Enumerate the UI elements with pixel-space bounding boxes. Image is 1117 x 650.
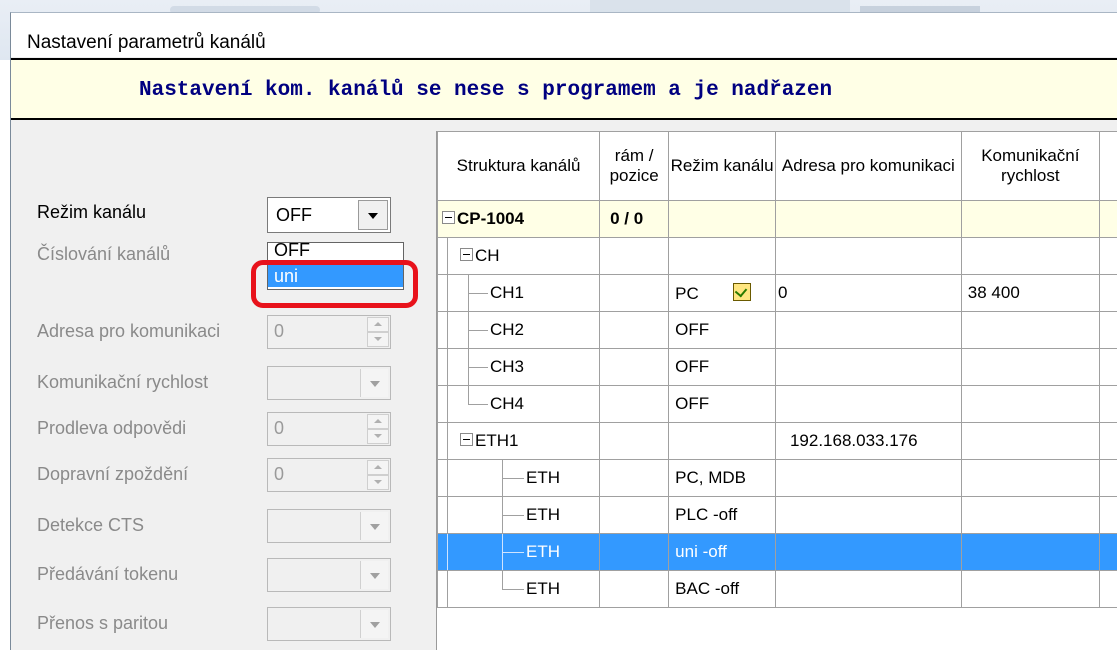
table-row[interactable]: CH bbox=[438, 238, 1117, 275]
tree-node-label: CH1 bbox=[490, 283, 524, 303]
adresa-value: 0 bbox=[274, 321, 284, 342]
header-extra bbox=[1099, 132, 1117, 201]
rezim-value: PC bbox=[675, 284, 699, 303]
channel-structure-grid: Struktura kanálů rám / pozice Režim kaná… bbox=[436, 131, 1117, 650]
tree-node-label: CH bbox=[475, 246, 500, 265]
tree-node-label: ETH bbox=[526, 468, 560, 488]
table-row[interactable]: ETH BAC -off bbox=[438, 571, 1117, 608]
table-row[interactable]: CH4 OFF bbox=[438, 386, 1117, 423]
chevron-down-icon[interactable] bbox=[360, 610, 388, 638]
prodleva-label: Prodleva odpovědi bbox=[37, 418, 186, 439]
table-row[interactable]: ETH1 192.168.033.176 bbox=[438, 423, 1117, 460]
rezim-cell: PC bbox=[669, 275, 776, 312]
chevron-down-icon[interactable] bbox=[360, 369, 388, 397]
cts-label: Detekce CTS bbox=[37, 515, 144, 536]
dopravni-label: Dopravní zpoždění bbox=[37, 464, 188, 485]
rychlost-cell: 38 400 bbox=[961, 275, 1099, 312]
tree-node-label: CH3 bbox=[490, 357, 524, 377]
highlight-ring bbox=[251, 260, 418, 308]
adresa-spinner[interactable]: 0 bbox=[267, 315, 391, 349]
tree-lines bbox=[438, 534, 528, 570]
prodleva-value: 0 bbox=[274, 418, 284, 439]
rychlost-label: Komunikační rychlost bbox=[37, 372, 208, 393]
tree-node-label: ETH bbox=[526, 505, 560, 525]
spin-down-icon[interactable] bbox=[367, 475, 389, 490]
tree-node-label: CH4 bbox=[490, 394, 524, 414]
header-ram-pozice[interactable]: rám / pozice bbox=[600, 132, 669, 201]
cts-combo[interactable] bbox=[267, 509, 391, 543]
spin-up-icon[interactable] bbox=[367, 414, 389, 429]
parita-combo[interactable] bbox=[267, 607, 391, 641]
spin-up-icon[interactable] bbox=[367, 317, 389, 332]
collapse-icon[interactable] bbox=[442, 211, 455, 224]
tree-node-label: ETH bbox=[526, 542, 560, 562]
dopravni-value: 0 bbox=[274, 464, 284, 485]
rychlost-combo[interactable] bbox=[267, 366, 391, 400]
dopravni-spinner[interactable]: 0 bbox=[267, 458, 391, 492]
banner-text: Nastavení kom. kanálů se nese s programe… bbox=[139, 79, 832, 102]
chevron-down-icon[interactable] bbox=[358, 200, 388, 230]
rezim-cell: OFF bbox=[669, 349, 776, 386]
channel-table: Struktura kanálů rám / pozice Režim kaná… bbox=[437, 131, 1117, 608]
chevron-down-icon[interactable] bbox=[360, 512, 388, 540]
tree-lines bbox=[438, 460, 528, 496]
chevron-down-icon[interactable] bbox=[360, 561, 388, 589]
header-rezim[interactable]: Režim kanálu bbox=[669, 132, 776, 201]
rezim-kanalu-combo[interactable]: OFF bbox=[267, 197, 391, 233]
rezim-kanalu-value: OFF bbox=[276, 205, 312, 226]
tree-lines bbox=[438, 497, 528, 533]
tree-node-label: CP-1004 bbox=[457, 209, 524, 228]
title-bar[interactable]: Nastavení parametrů kanálů bbox=[11, 13, 1117, 57]
rezim-cell: OFF bbox=[669, 386, 776, 423]
adresa-label: Adresa pro komunikaci bbox=[37, 321, 220, 342]
tree-node-label: CH2 bbox=[490, 320, 524, 340]
table-row[interactable]: CH1 PC 0 38 400 bbox=[438, 275, 1117, 312]
spin-down-icon[interactable] bbox=[367, 429, 389, 444]
cislovani-kanalu-label: Číslování kanálů bbox=[37, 244, 170, 265]
tree-node-label: ETH1 bbox=[475, 431, 518, 450]
window-title: Nastavení parametrů kanálů bbox=[27, 32, 266, 54]
table-row-selected[interactable]: ETH uni -off bbox=[438, 534, 1117, 571]
header-adresa[interactable]: Adresa pro komunikaci bbox=[775, 132, 961, 201]
collapse-icon[interactable] bbox=[460, 433, 473, 446]
checklist-icon[interactable] bbox=[733, 283, 751, 301]
rezim-kanalu-label: Režim kanálu bbox=[37, 202, 146, 223]
adresa-cell: 192.168.033.176 bbox=[775, 423, 961, 460]
table-row[interactable]: CH3 OFF bbox=[438, 349, 1117, 386]
channel-settings-dialog: Nastavení parametrů kanálů Nastavení kom… bbox=[10, 12, 1117, 650]
info-banner: Nastavení kom. kanálů se nese s programe… bbox=[11, 58, 1117, 120]
table-row[interactable]: CP-1004 0 / 0 bbox=[438, 201, 1117, 238]
ram-cell: 0 / 0 bbox=[600, 201, 669, 238]
rezim-cell: BAC -off bbox=[669, 571, 776, 608]
spin-up-icon[interactable] bbox=[367, 460, 389, 475]
rezim-cell: PLC -off bbox=[669, 497, 776, 534]
adresa-cell: 0 bbox=[775, 275, 961, 312]
rezim-cell: uni -off bbox=[669, 534, 776, 571]
token-combo[interactable] bbox=[267, 558, 391, 592]
dropdown-option-off[interactable]: OFF bbox=[268, 239, 403, 261]
table-row[interactable]: CH2 OFF bbox=[438, 312, 1117, 349]
tree-lines bbox=[438, 571, 528, 607]
header-rychlost[interactable]: Komunikační rychlost bbox=[961, 132, 1099, 201]
token-label: Předávání tokenu bbox=[37, 564, 178, 585]
prodleva-spinner[interactable]: 0 bbox=[267, 412, 391, 446]
tree-node-label: ETH bbox=[526, 579, 560, 599]
spin-down-icon[interactable] bbox=[367, 332, 389, 347]
table-row[interactable]: ETH PC, MDB bbox=[438, 460, 1117, 497]
parita-label: Přenos s paritou bbox=[37, 613, 168, 634]
rezim-cell: PC, MDB bbox=[669, 460, 776, 497]
collapse-icon[interactable] bbox=[460, 248, 473, 261]
header-struktura[interactable]: Struktura kanálů bbox=[438, 132, 600, 201]
rezim-cell: OFF bbox=[669, 312, 776, 349]
table-row[interactable]: ETH PLC -off bbox=[438, 497, 1117, 534]
